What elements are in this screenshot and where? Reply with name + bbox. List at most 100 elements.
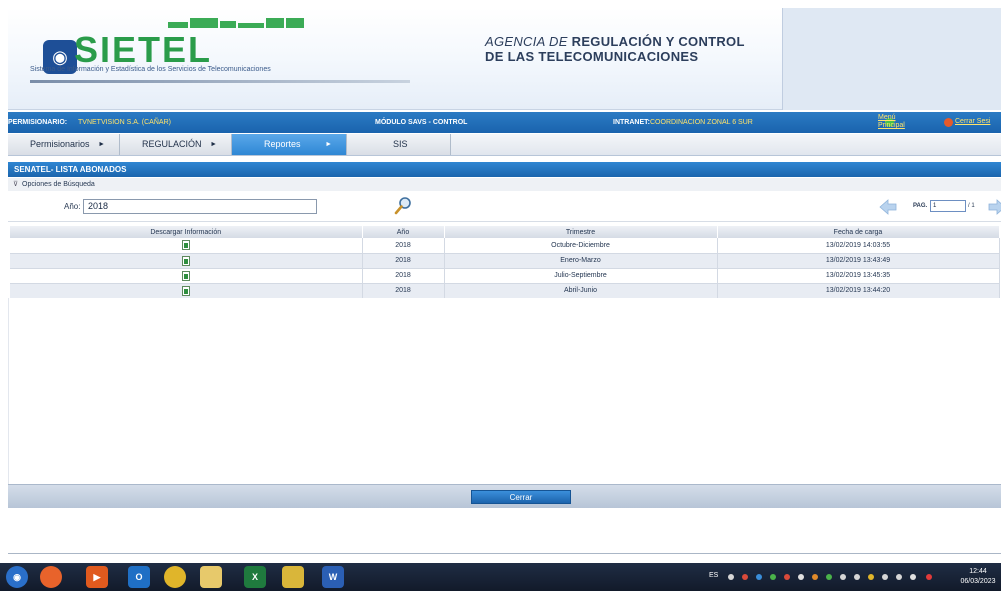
tray-icon[interactable] [812,574,818,580]
anio-cell: 2018 [362,253,445,269]
intranet-value: COORDINACION ZONAL 6 SUR [650,119,753,126]
col-header-descargar: Descargar Información [10,226,363,238]
table-header-row: Descargar Información Año Trimestre Fech… [10,226,1000,238]
table-row: 2018 Enero-Marzo 13/02/2019 13:43:49 [10,253,1000,269]
permisionario-label: PERMISIONARIO: [8,119,68,126]
agency-title: AGENCIA DE REGULACIÓN Y CONTROL DE LAS T… [485,34,775,64]
notes-icon[interactable] [282,566,304,588]
page-total: / 1 [968,203,975,209]
word-icon[interactable]: W [322,566,344,588]
tab-label: SIS [393,139,408,149]
col-header-trimestre: Trimestre [444,226,718,238]
tray-icon[interactable] [826,574,832,580]
tray-icon[interactable] [840,574,846,580]
anio-label: Año: [64,202,81,211]
logo-text: SIETEL [74,29,213,70]
os-taskbar: ◉ ▶ O X W ES 12:44 06/03/2023 [0,563,1001,591]
volume-icon[interactable] [854,574,860,580]
chrome-icon[interactable] [164,566,186,588]
security-icon[interactable] [926,574,932,580]
info-bar: PERMISIONARIO: TVNETVISION S.A. (CAÑAR) … [8,112,1001,133]
excel-download-icon[interactable] [181,270,190,281]
anio-cell: 2018 [362,283,445,299]
trimestre-cell: Octubre-Diciembre [444,238,718,254]
anio-cell: 2018 [362,238,445,254]
menu-principal-link[interactable]: Menú Principal [878,114,912,130]
fecha-cell: 13/02/2019 14:03:55 [717,238,1000,254]
tab-reportes[interactable]: Reportes ► [232,134,347,155]
chevron-right-icon: ► [98,141,105,148]
search-options-header[interactable]: ⊽ Opciones de Búsqueda [8,178,1001,191]
tray-icon[interactable] [770,574,776,580]
section-title: SENATEL- LISTA ABONADOS [8,162,1001,177]
trimestre-cell: Julio-Septiembre [444,268,718,284]
agency-title-prefix: AGENCIA DE [485,34,572,49]
tray-icon[interactable] [728,574,734,580]
clock-date: 06/03/2023 [960,578,996,585]
tab-label: Permisionarios [30,139,90,149]
firefox-icon[interactable] [40,566,62,588]
tab-label: Reportes [264,139,301,149]
search-options-label: Opciones de Búsqueda [22,181,95,188]
search-icon[interactable] [394,196,412,216]
download-cell [10,268,363,284]
fecha-cell: 13/02/2019 13:43:49 [717,253,1000,269]
system-clock[interactable]: 12:44 06/03/2023 [955,567,1001,587]
logout-icon[interactable] [944,118,953,127]
agency-title-line1: REGULACIÓN Y CONTROL [571,34,745,49]
tab-permisionarios[interactable]: Permisionarios ► [8,134,120,155]
search-panel: Año: 2018 PAG. 1 / 1 [8,192,1001,222]
flag-icon[interactable] [910,574,916,580]
trimestre-cell: Enero-Marzo [444,253,718,269]
table-row: 2018 Abril-Junio 13/02/2019 13:44:20 [10,283,1000,299]
excel-download-icon[interactable] [181,285,190,296]
tray-icon[interactable] [868,574,874,580]
module-label: MÓDULO SAVS - CONTROL [375,119,468,126]
media-player-icon[interactable]: ▶ [86,566,108,588]
language-indicator[interactable]: ES [709,572,718,579]
cerrar-button[interactable]: Cerrar [471,490,571,504]
col-header-anio: Año [362,226,445,238]
excel-icon[interactable]: X [244,566,266,588]
page-bottom-divider [8,553,1001,554]
agency-title-line2: DE LAS TELECOMUNICACIONES [485,49,699,64]
cerrar-sesion-link[interactable]: Cerrar Sesi [955,118,990,125]
fecha-cell: 13/02/2019 13:45:35 [717,268,1000,284]
excel-download-icon[interactable] [181,255,190,266]
chevron-right-icon: ► [210,141,217,148]
header-right-panel [782,8,1001,110]
tray-icon[interactable] [798,574,804,580]
tray-icon[interactable] [742,574,748,580]
trimestre-cell: Abril-Junio [444,283,718,299]
intranet-label: INTRANET: [613,119,650,126]
tray-icon[interactable] [756,574,762,580]
download-cell [10,283,363,299]
network-icon[interactable] [896,574,902,580]
download-cell [10,253,363,269]
tab-regulacion[interactable]: REGULACIÓN ► [120,134,232,155]
fecha-cell: 13/02/2019 13:44:20 [717,283,1000,299]
table-row: 2018 Octubre-Diciembre 13/02/2019 14:03:… [10,238,1000,254]
page-input[interactable]: 1 [930,200,966,212]
results-empty-area [8,298,1001,484]
col-header-fecha: Fecha de carga [717,226,1000,238]
anio-input[interactable]: 2018 [83,199,317,214]
tray-icon[interactable] [784,574,790,580]
next-page-icon[interactable] [988,199,1001,215]
file-explorer-icon[interactable] [200,566,222,588]
outlook-icon[interactable]: O [128,566,150,588]
main-nav: Permisionarios ► REGULACIÓN ► Reportes ►… [8,134,1001,156]
prev-page-icon[interactable] [879,199,897,215]
anio-cell: 2018 [362,268,445,284]
excel-download-icon[interactable] [181,240,190,251]
sietel-app-window: ◉ SIETEL Sistema de Información y Estadí… [0,0,1001,591]
header-divider [30,80,410,83]
permisionario-value: TVNETVISION S.A. (CAÑAR) [78,119,171,126]
tray-icon[interactable] [882,574,888,580]
tab-sis[interactable]: SIS [347,134,451,155]
chevron-right-icon: ► [325,141,332,148]
collapse-icon[interactable]: ⊽ [13,178,18,191]
nav-filler [451,134,1001,155]
page-label: PAG. [913,203,928,209]
start-button-icon[interactable]: ◉ [6,566,28,588]
